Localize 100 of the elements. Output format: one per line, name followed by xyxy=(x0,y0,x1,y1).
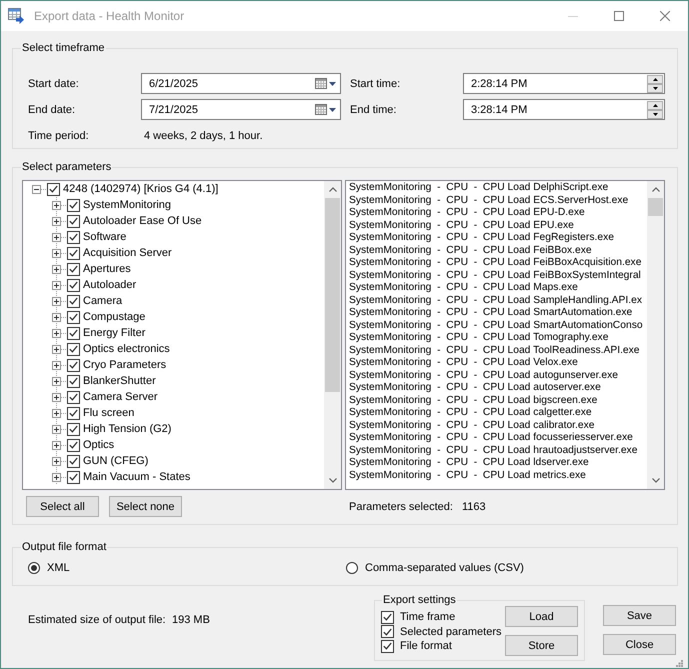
checkbox[interactable] xyxy=(67,278,80,292)
checkbox[interactable] xyxy=(67,406,80,420)
list-item[interactable]: SystemMonitoring - CPU - CPU Load SmartAutomationConso xyxy=(346,320,647,332)
list-item[interactable]: SystemMonitoring - CPU - CPU Load Velox.exe xyxy=(346,357,647,370)
spin-up-button[interactable] xyxy=(647,74,663,84)
list-item[interactable]: SystemMonitoring - CPU - CPU Load bigscreen.exe xyxy=(346,394,647,407)
store-button[interactable]: Store xyxy=(505,635,578,656)
plus-icon[interactable] xyxy=(52,328,61,338)
plus-icon[interactable] xyxy=(52,392,61,402)
scrollbar[interactable] xyxy=(647,181,664,489)
plus-icon[interactable] xyxy=(52,472,61,482)
tree-item[interactable]: Camera Server xyxy=(83,391,158,403)
caret-down-icon[interactable] xyxy=(329,108,336,112)
resize-grip-icon[interactable] xyxy=(676,660,683,667)
list-item[interactable]: SystemMonitoring - CPU - CPU Load EPU.exe xyxy=(346,220,647,232)
plus-icon[interactable] xyxy=(52,408,61,418)
list-item[interactable]: SystemMonitoring - CPU - CPU Load ldserver.exe xyxy=(346,457,647,470)
checkbox[interactable] xyxy=(381,610,394,624)
tree-item[interactable]: Optics xyxy=(83,439,114,451)
list-item[interactable]: SystemMonitoring - CPU - CPU Load autoserver.exe xyxy=(346,382,647,394)
tree-item[interactable]: Main Vacuum - States xyxy=(83,471,190,483)
tree-item[interactable]: GUN (CFEG) xyxy=(83,455,148,467)
time-field[interactable]: 3:28:14 PM xyxy=(463,99,665,120)
time-field[interactable]: 2:28:14 PM xyxy=(463,73,665,94)
plus-icon[interactable] xyxy=(52,264,61,274)
tree-item[interactable]: Autoloader xyxy=(83,279,136,291)
tree-item[interactable]: Software xyxy=(83,231,126,243)
close-dialog-button[interactable]: Close xyxy=(603,634,676,655)
tree-item[interactable]: 4248 (1402974) [Krios G4 (4.1)] xyxy=(63,183,218,195)
plus-icon[interactable] xyxy=(52,248,61,258)
chevron-up-icon[interactable] xyxy=(652,187,660,192)
tree-item[interactable]: Optics electronics xyxy=(83,343,170,355)
plus-icon[interactable] xyxy=(52,376,61,386)
list-item[interactable]: SystemMonitoring - CPU - CPU Load SmartAutomation.exe xyxy=(346,307,647,320)
list-item[interactable]: SystemMonitoring - CPU - CPU Load calgetter.exe xyxy=(346,407,647,420)
calendar-icon[interactable] xyxy=(315,78,327,89)
checkbox[interactable] xyxy=(67,310,80,324)
tree-item[interactable]: Apertures xyxy=(83,263,131,275)
radio-label[interactable]: XML xyxy=(47,562,70,574)
list-item[interactable]: SystemMonitoring - CPU - CPU Load Tomography.exe xyxy=(346,332,647,344)
plus-icon[interactable] xyxy=(52,424,61,434)
date-field[interactable]: 7/21/2025 xyxy=(141,99,341,120)
tree-item[interactable]: Flu screen xyxy=(83,407,134,419)
checkbox[interactable] xyxy=(67,294,80,308)
minus-icon[interactable] xyxy=(32,184,41,194)
calendar-icon[interactable] xyxy=(315,104,327,115)
list-item[interactable]: SystemMonitoring - CPU - CPU Load ECS.ServerHost.exe xyxy=(346,194,647,207)
tree-item[interactable]: Energy Filter xyxy=(83,327,146,339)
select-all-button[interactable]: Select all xyxy=(26,496,99,517)
list-item[interactable]: SystemMonitoring - CPU - CPU Load SampleHandling.API.ex xyxy=(346,294,647,307)
plus-icon[interactable] xyxy=(52,200,61,210)
spin-up-button[interactable] xyxy=(647,100,663,110)
load-button[interactable]: Load xyxy=(505,606,578,627)
tree-item[interactable]: Autoloader Ease Of Use xyxy=(83,215,202,227)
tree-item[interactable]: High Tension (G2) xyxy=(83,423,172,435)
list-item[interactable]: SystemMonitoring - CPU - CPU Load Maps.exe xyxy=(346,282,647,294)
tree-item[interactable]: Acquisition Server xyxy=(83,247,172,259)
list-item[interactable]: SystemMonitoring - CPU - CPU Load focusseriesserver.exe xyxy=(346,432,647,444)
tree-item[interactable]: SystemMonitoring xyxy=(83,199,172,211)
plus-icon[interactable] xyxy=(52,440,61,450)
checkbox-label[interactable]: Time frame xyxy=(400,611,456,624)
chevron-down-icon[interactable] xyxy=(328,478,336,483)
caret-down-icon[interactable] xyxy=(329,82,336,86)
checkbox[interactable] xyxy=(67,198,80,212)
checkbox[interactable] xyxy=(67,326,80,340)
checkbox[interactable] xyxy=(67,214,80,228)
plus-icon[interactable] xyxy=(52,312,61,322)
list-item[interactable]: SystemMonitoring - CPU - CPU Load FeiBBoxAcquisition.exe xyxy=(346,257,647,270)
checkbox[interactable] xyxy=(47,182,60,196)
plus-icon[interactable] xyxy=(52,216,61,226)
list-item[interactable]: SystemMonitoring - CPU - CPU Load hrautoadjustserver.exe xyxy=(346,444,647,457)
tree-item[interactable]: Compustage xyxy=(83,311,146,323)
scrollbar[interactable] xyxy=(324,181,341,489)
scrollbar-thumb[interactable] xyxy=(648,198,663,216)
chevron-down-icon[interactable] xyxy=(652,478,660,483)
checkbox[interactable] xyxy=(67,358,80,372)
checkbox[interactable] xyxy=(67,262,80,276)
tree-item[interactable]: Cryo Parameters xyxy=(83,359,166,371)
select-none-button[interactable]: Select none xyxy=(109,496,182,517)
plus-icon[interactable] xyxy=(52,280,61,290)
checkbox-label[interactable]: File format xyxy=(400,640,452,652)
checkbox[interactable] xyxy=(67,342,80,356)
checkbox[interactable] xyxy=(67,246,80,260)
list-item[interactable]: SystemMonitoring - CPU - CPU Load FegRegisters.exe xyxy=(346,232,647,244)
checkbox[interactable] xyxy=(67,374,80,388)
save-button[interactable]: Save xyxy=(603,605,676,626)
checkbox[interactable] xyxy=(67,438,80,452)
plus-icon[interactable] xyxy=(52,456,61,466)
checkbox[interactable] xyxy=(67,390,80,404)
tree-item[interactable]: Camera xyxy=(83,295,122,307)
list-item[interactable]: SystemMonitoring - CPU - CPU Load DelphiScript.exe xyxy=(346,182,647,194)
plus-icon[interactable] xyxy=(52,296,61,306)
checkbox[interactable] xyxy=(67,470,80,484)
list-item[interactable]: SystemMonitoring - CPU - CPU Load calibrator.exe xyxy=(346,420,647,432)
checkbox[interactable] xyxy=(67,454,80,468)
plus-icon[interactable] xyxy=(52,344,61,354)
radio-button[interactable] xyxy=(346,562,358,574)
scrollbar-thumb[interactable] xyxy=(325,198,340,392)
plus-icon[interactable] xyxy=(52,360,61,370)
radio-label[interactable]: Comma-separated values (CSV) xyxy=(365,562,524,574)
